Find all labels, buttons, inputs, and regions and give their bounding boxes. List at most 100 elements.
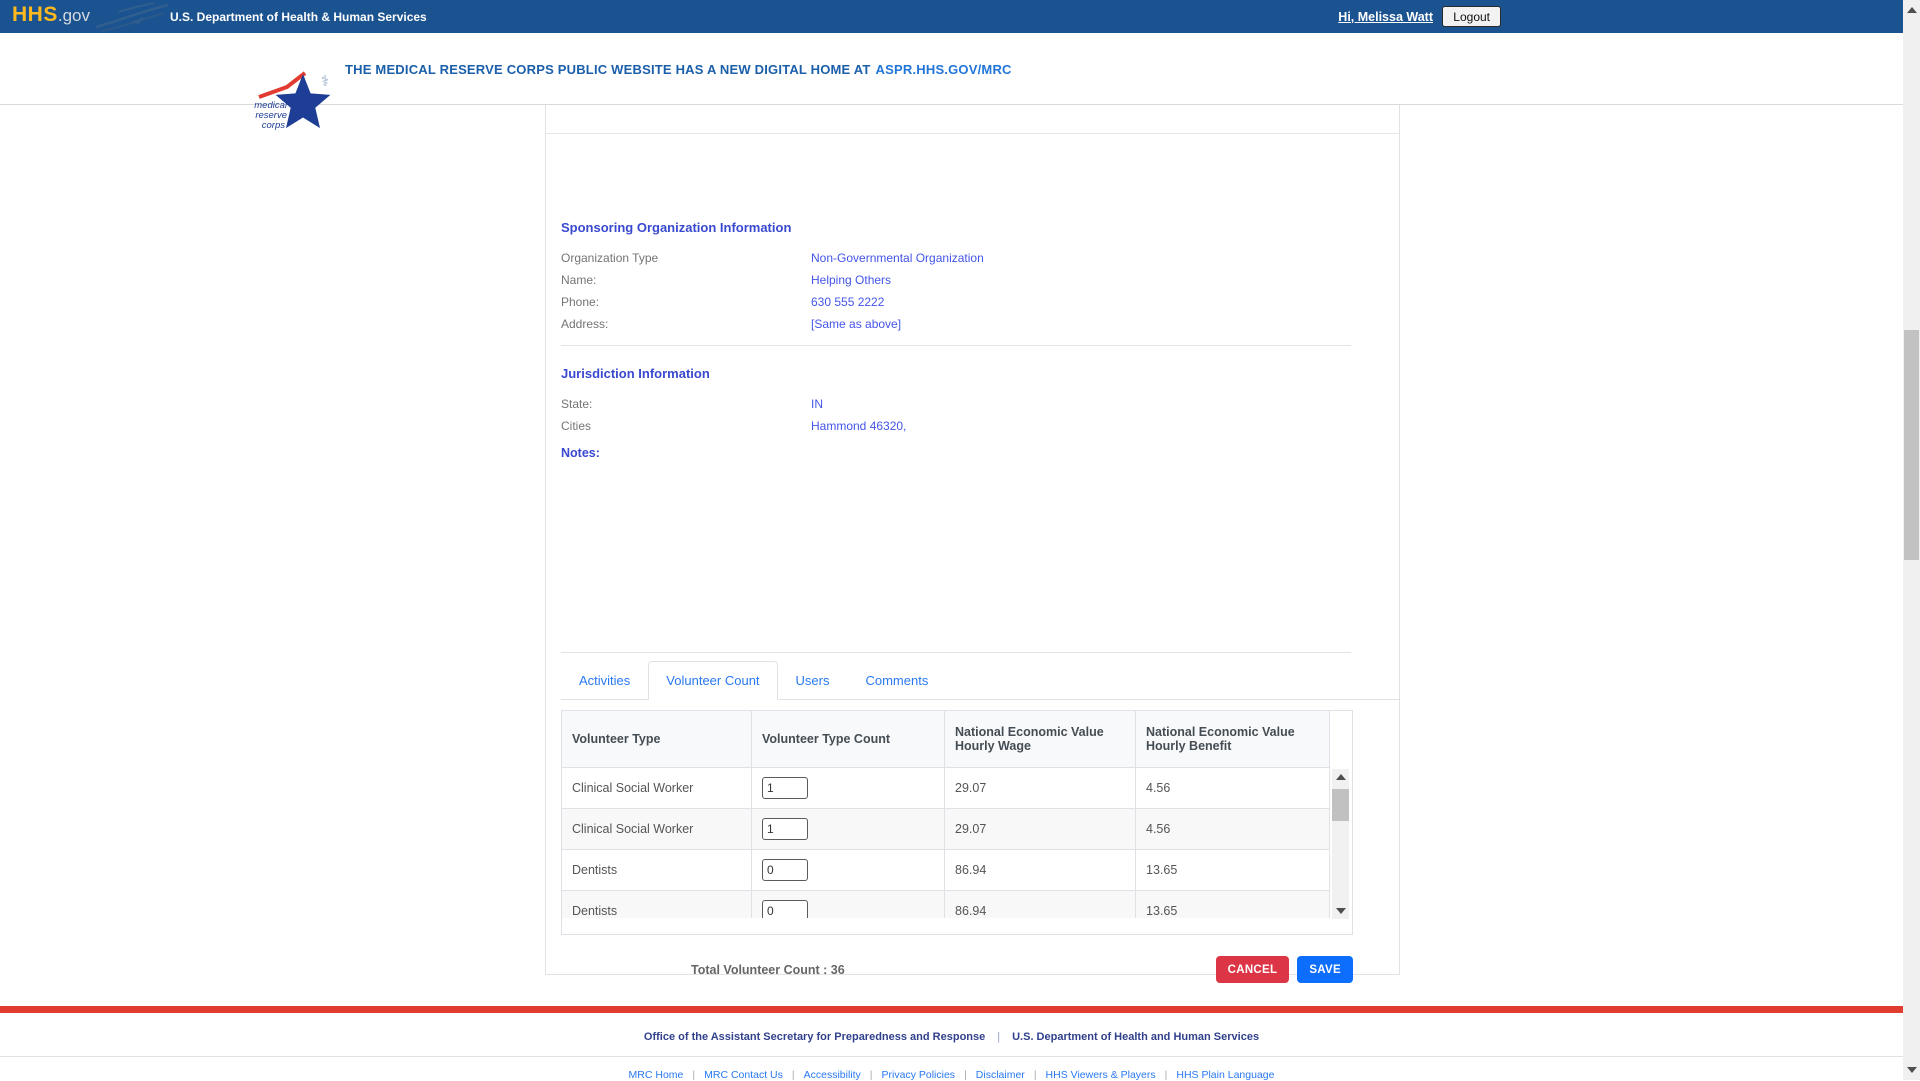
volunteer-type-cell: Clinical Social Worker (562, 768, 752, 808)
footer-link[interactable]: HHS Viewers & Players (1025, 1069, 1156, 1081)
table-body: Clinical Social Worker 29.07 4.56 Clinic… (562, 768, 1330, 918)
column-header: Volunteer Type (562, 711, 752, 768)
tab-label: Users (796, 673, 830, 688)
scroll-down-icon[interactable] (1332, 903, 1349, 919)
actions-row: Total Volunteer Count : 36 CANCEL SAVE (561, 956, 1353, 983)
svg-text:⚕: ⚕ (321, 73, 329, 90)
page-scroll-down-icon[interactable] (1903, 1062, 1920, 1078)
footer-link[interactable]: MRC Home (629, 1069, 684, 1081)
field-row: Address: [Same as above] (561, 313, 1351, 335)
tab-label: Comments (865, 673, 928, 688)
volunteer-count-table: Volunteer Type Volunteer Type Count Nati… (561, 710, 1353, 935)
unit-detail-card: Sponsoring Organization Information Orga… (545, 105, 1400, 975)
table-row: Clinical Social Worker 29.07 4.56 (562, 809, 1330, 850)
hourly-wage-cell: 86.94 (945, 891, 1136, 918)
page-scrollbar[interactable] (1903, 0, 1920, 1080)
notes-label: Notes: (561, 446, 1351, 460)
hhs-gov-logo[interactable]: HHS .gov (12, 3, 90, 27)
jurisdiction-fields: State: IN Cities Hammond 46320, (561, 393, 1351, 437)
volunteer-count-input[interactable] (762, 777, 808, 799)
cancel-button[interactable]: CANCEL (1216, 956, 1290, 983)
tab-label: Activities (579, 673, 630, 688)
footer-divider (0, 1056, 1903, 1057)
mrc-banner: ⚕ medical reserve corps THE MEDICAL RESE… (0, 33, 1903, 105)
hourly-wage-cell: 29.07 (945, 768, 1136, 808)
footer-links: MRC HomeMRC Contact UsAccessibilityPriva… (0, 1069, 1903, 1081)
footer-link[interactable]: Accessibility (783, 1069, 861, 1081)
field-value: [Same as above] (811, 317, 901, 331)
table-row: Dentists 86.94 13.65 (562, 891, 1330, 918)
footer-org-text: U.S. Department of Health and Human Serv… (985, 1031, 1259, 1043)
sponsor-section-heading: Sponsoring Organization Information (561, 220, 1351, 235)
banner-mrc-link[interactable]: ASPR.HHS.GOV/MRC (876, 62, 1012, 77)
logout-button[interactable]: Logout (1442, 6, 1501, 27)
column-header: National Economic Value Hourly Wage (945, 711, 1136, 768)
footer-red-bar (0, 1006, 1903, 1013)
footer-link[interactable]: Disclaimer (955, 1069, 1025, 1081)
field-value: IN (811, 397, 823, 411)
sponsor-fields: Organization Type Non-Governmental Organ… (561, 247, 1351, 335)
hourly-benefit-cell: 13.65 (1136, 891, 1330, 918)
save-button[interactable]: SAVE (1297, 956, 1353, 983)
volunteer-type-cell: Dentists (562, 891, 752, 918)
field-label: Phone: (561, 295, 811, 309)
total-volunteer-count: Total Volunteer Count : 36 (691, 963, 845, 977)
field-value: 630 555 2222 (811, 295, 884, 309)
field-row: Organization Type Non-Governmental Organ… (561, 247, 1351, 269)
field-value: Hammond 46320, (811, 419, 906, 433)
footer-link[interactable]: MRC Contact Us (683, 1069, 783, 1081)
hourly-wage-cell: 29.07 (945, 809, 1136, 849)
page-scroll-up-icon[interactable] (1903, 2, 1920, 18)
department-title: U.S. Department of Health & Human Servic… (170, 0, 427, 33)
tab[interactable]: Comments (847, 661, 946, 700)
hourly-benefit-cell: 4.56 (1136, 768, 1330, 808)
field-row: Cities Hammond 46320, (561, 415, 1351, 437)
volunteer-count-cell (752, 809, 945, 849)
field-label: Address: (561, 317, 811, 331)
footer-link[interactable]: HHS Plain Language (1156, 1069, 1275, 1081)
mrc-logo-word-corps: corps (262, 120, 285, 131)
page-scrollbar-thumb[interactable] (1904, 330, 1919, 560)
field-label: Organization Type (561, 251, 811, 265)
table-row: Clinical Social Worker 29.07 4.56 (562, 768, 1330, 809)
user-greeting-link[interactable]: Hi, Melissa Watt (1338, 0, 1433, 33)
field-label: State: (561, 397, 811, 411)
footer-org-text: Office of the Assistant Secretary for Pr… (644, 1031, 985, 1043)
table-scrollbar-thumb[interactable] (1332, 789, 1349, 821)
hourly-wage-cell: 86.94 (945, 850, 1136, 890)
mrc-logo: ⚕ medical reserve corps (253, 70, 337, 139)
field-label: Cities (561, 419, 811, 433)
detail-tabs: Activities Volunteer Count Users Comment… (561, 653, 1399, 700)
volunteer-count-input[interactable] (762, 859, 808, 881)
jurisdiction-section-heading: Jurisdiction Information (561, 366, 1351, 381)
field-value: Helping Others (811, 273, 891, 287)
volunteer-count-cell (752, 850, 945, 890)
field-row: Name: Helping Others (561, 269, 1351, 291)
column-header: National Economic Value Hourly Benefit (1136, 711, 1330, 768)
tab[interactable]: Users (778, 661, 848, 700)
column-header: Volunteer Type Count (752, 711, 945, 768)
volunteer-type-cell: Clinical Social Worker (562, 809, 752, 849)
footer-link[interactable]: Privacy Policies (861, 1069, 955, 1081)
table-scrollbar[interactable] (1332, 769, 1349, 919)
volunteer-count-cell (752, 891, 945, 918)
field-row: State: IN (561, 393, 1351, 415)
banner-message: THE MEDICAL RESERVE CORPS PUBLIC WEBSITE… (345, 62, 871, 77)
volunteer-count-input[interactable] (762, 900, 808, 918)
table-row: Dentists 86.94 13.65 (562, 850, 1330, 891)
government-header-bar: HHS .gov U.S. Department of Health & Hum… (0, 0, 1903, 33)
section-divider (561, 345, 1351, 346)
volunteer-type-cell: Dentists (562, 850, 752, 890)
field-value: Non-Governmental Organization (811, 251, 984, 265)
volunteer-count-input[interactable] (762, 818, 808, 840)
scroll-up-icon[interactable] (1332, 769, 1349, 785)
hhs-logo-text: HHS (12, 3, 58, 27)
table-header-row: Volunteer Type Volunteer Type Count Nati… (562, 711, 1330, 768)
field-label: Name: (561, 273, 811, 287)
footer-org-line: Office of the Assistant Secretary for Pr… (0, 1031, 1903, 1043)
tab[interactable]: Activities (561, 661, 648, 700)
tab[interactable]: Volunteer Count (648, 661, 777, 700)
tab-label: Volunteer Count (666, 673, 759, 688)
gov-logo-text: .gov (58, 6, 90, 26)
hourly-benefit-cell: 4.56 (1136, 809, 1330, 849)
